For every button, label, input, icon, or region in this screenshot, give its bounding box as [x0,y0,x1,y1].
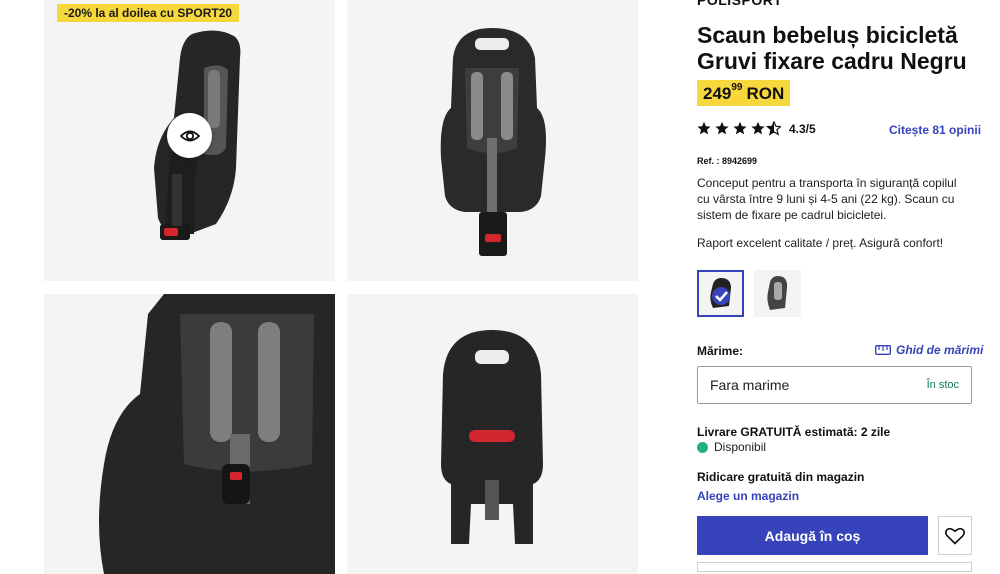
reviews-link[interactable]: Citește 81 opinii [889,123,981,137]
delivery-estimate: Livrare GRATUITĂ estimată: 2 zile [697,425,891,439]
heart-icon [945,527,965,545]
variant-black[interactable] [697,270,744,317]
stock-status: În stoc [926,379,959,391]
size-guide-label: Ghid de mărimi [896,343,984,357]
eye-icon [179,130,200,141]
view-button[interactable] [167,113,212,158]
product-highlight: Raport excelent calitate / preț. Asigură… [697,236,944,250]
choose-store-link[interactable]: Alege un magazin [697,489,799,503]
size-guide-link[interactable]: Ghid de mărimi [875,343,983,357]
price-integer: 249 [703,84,732,103]
product-image-3[interactable] [44,294,335,574]
secondary-button-edge[interactable] [697,562,972,572]
variant-grey[interactable] [754,270,801,317]
rating-value: 4.3/5 [789,122,816,136]
variant-grey-thumbnail [767,276,788,310]
product-description: Conceput pentru a transporta în siguranț… [697,176,957,222]
product-title: Scaun bebeluș bicicletă Gruvi fixare cad… [697,22,967,74]
size-label: Mărime: [697,344,744,358]
rating: 4.3/5 [697,121,816,137]
size-select-value: Fara marime [710,377,790,393]
size-select[interactable]: Fara marime În stoc [697,366,972,404]
ruler-icon [875,345,891,355]
brand-name[interactable]: POLISPORT [697,0,782,8]
product-reference: Ref. : 8942699 [697,156,758,166]
product-image-4[interactable] [347,294,638,574]
star-rating-icon [697,121,781,136]
add-to-cart-button[interactable]: Adaugă în coș [697,516,928,555]
price-badge: 249 99 RON [697,80,791,106]
seat-front-image [440,28,546,256]
availability: Disponibil [697,440,766,454]
price-decimals: 99 [731,82,743,93]
store-pickup-label: Ridicare gratuită din magazin [697,470,865,484]
variant-black-thumbnail [710,278,731,308]
seat-back-image [441,330,543,544]
promo-badge: -20% la al doilea cu SPORT20 [57,4,240,22]
product-image-2[interactable] [347,0,638,281]
availability-dot-icon [697,441,708,453]
seat-closeup-image [99,294,335,574]
wishlist-button[interactable] [938,516,972,555]
price-currency: RON [746,84,785,103]
availability-label: Disponibil [714,440,767,454]
